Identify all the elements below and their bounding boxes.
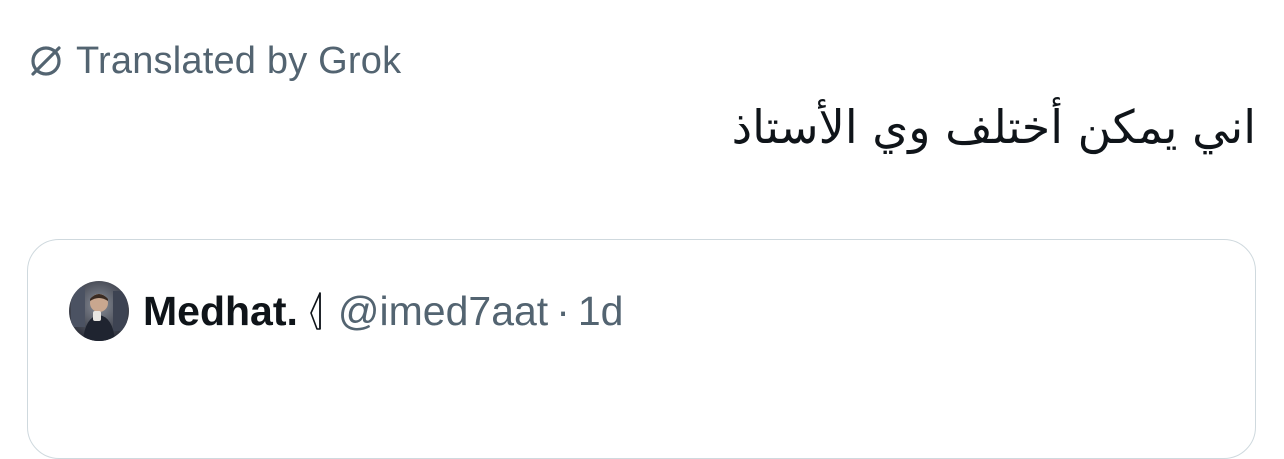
separator-dot: · bbox=[556, 287, 570, 334]
translate-slash-icon bbox=[26, 41, 66, 81]
flag-icon bbox=[308, 289, 326, 333]
translated-label: Translated by Grok bbox=[76, 39, 402, 82]
post-time[interactable]: 1d bbox=[578, 288, 624, 335]
quoted-tweet-card[interactable]: Medhat. @imed7aat · 1d bbox=[27, 239, 1256, 459]
quoted-tweet-header: Medhat. @imed7aat · 1d bbox=[69, 281, 623, 341]
author-name[interactable]: Medhat. bbox=[143, 288, 298, 335]
avatar[interactable] bbox=[69, 281, 129, 341]
tweet-text: اني يمكن أختلف وي الأستاذ bbox=[731, 100, 1256, 154]
translated-by-grok[interactable]: Translated by Grok bbox=[26, 38, 401, 84]
author-handle[interactable]: @imed7aat bbox=[338, 288, 548, 335]
